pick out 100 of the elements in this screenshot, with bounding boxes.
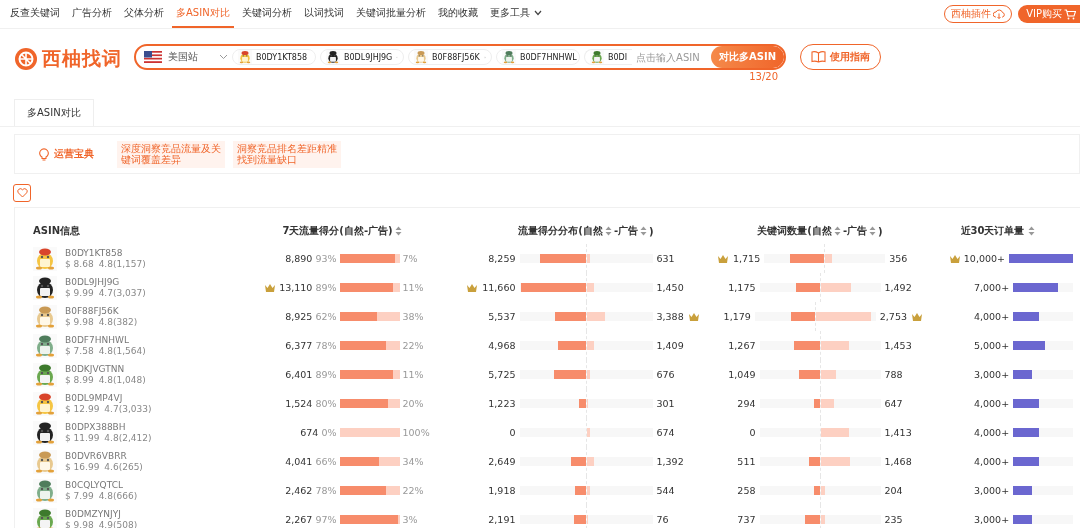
price-text: $ 11.99 [65, 432, 100, 443]
us-flag-icon [144, 51, 162, 63]
nav-tab[interactable]: 父体分析 [120, 0, 168, 28]
orders-value: 7,000+ [973, 282, 1010, 293]
rating-text: 4.8(382) [98, 316, 138, 327]
sort-icon[interactable] [640, 226, 648, 236]
score-value: 13,110 [279, 282, 313, 293]
ad-percent: 7% [402, 253, 419, 264]
asin-text: B0DVR6VBRR [65, 451, 128, 462]
rating-text: 4.8(666) [98, 490, 138, 501]
price-text: $ 8.68 [65, 258, 94, 269]
nav-tab[interactable]: 反查关键词 [6, 0, 64, 28]
ad-percent: 11% [402, 282, 425, 293]
chevron-icon [533, 10, 542, 16]
nav-tab[interactable]: 以词找词 [299, 0, 348, 28]
ad-value: 788 [884, 369, 903, 380]
nav-tab[interactable]: 关键词分析 [237, 0, 296, 28]
organic-value: 1,223 [488, 398, 516, 409]
column-header: -广告 [613, 224, 639, 238]
price-text: $ 9.98 [65, 316, 94, 327]
organic-value: 737 [737, 514, 756, 525]
ad-value: 1,468 [884, 456, 912, 467]
sort-icon[interactable] [869, 226, 877, 236]
organic-value: 2,191 [488, 514, 516, 525]
orders-value: 3,000+ [973, 514, 1010, 525]
nav-tab[interactable]: 广告分析 [68, 0, 116, 28]
column-header: 关键词数量(自然 [757, 224, 832, 238]
orders-value: 4,000+ [973, 456, 1010, 467]
ad-value: 301 [656, 398, 675, 409]
asin-text: B0DY1KT858 [65, 248, 124, 259]
orders-value: 4,000+ [973, 427, 1010, 438]
organic-value: 511 [737, 456, 756, 467]
sort-icon[interactable] [604, 226, 612, 236]
nav-tab[interactable]: 关键词批量分析 [351, 0, 430, 28]
organic-value: 5,725 [488, 369, 516, 380]
sort-icon[interactable] [833, 226, 841, 236]
asin-text: B0CQLYQTCL [65, 480, 124, 491]
organic-value: 258 [737, 485, 756, 496]
rating-text: 4.8(2,412) [104, 432, 152, 443]
marketplace-select[interactable]: 美国站 [144, 50, 228, 64]
ad-value: 1,492 [884, 282, 912, 293]
score-value: 6,401 [285, 369, 313, 380]
ad-value: 631 [656, 253, 675, 264]
score-value: 1,524 [285, 398, 313, 409]
ad-value: 3,388 [656, 311, 684, 322]
chip-label: B0F88FJ56K [432, 52, 480, 62]
column-header: ) [878, 225, 883, 237]
chip-label: B0DL9JHJ9G [344, 52, 393, 62]
ad-percent: 3% [402, 514, 419, 525]
ad-value: 1,409 [656, 340, 684, 351]
price-text: $ 9.99 [65, 287, 94, 298]
column-header: ) [649, 225, 654, 237]
score-value: 6,377 [285, 340, 313, 351]
score-value: 2,462 [285, 485, 313, 496]
ad-value: 647 [884, 398, 903, 409]
asin-text: B0DF7HNHWL [65, 335, 130, 346]
orders-value: 3,000+ [973, 369, 1010, 380]
sort-icon[interactable] [394, 226, 402, 236]
grapefruit-icon [14, 47, 38, 71]
heart-icon [16, 188, 28, 198]
orders-value: 3,000+ [973, 485, 1010, 496]
score-value: 4,041 [285, 456, 313, 467]
organic-value: 0 [749, 427, 756, 438]
organic-percent: 93% [315, 253, 337, 264]
page-tab[interactable]: 多ASIN对比 [14, 99, 94, 126]
rating-text: 4.6(265) [104, 461, 143, 472]
nav-tab[interactable]: 我的收藏 [433, 0, 482, 28]
asin-text: B0DMZYNJYJ [65, 509, 122, 520]
organic-percent: 62% [315, 311, 337, 322]
ad-percent: 22% [402, 485, 425, 496]
organic-percent: 80% [315, 398, 337, 409]
ad-percent: 11% [402, 369, 425, 380]
ad-value: 356 [889, 253, 908, 264]
asin-text: B0DL9JHJ9G [65, 277, 121, 288]
cart-icon [1064, 8, 1076, 20]
organic-value: 8,259 [488, 253, 516, 264]
tips-title: 运营宝典 [54, 147, 94, 161]
organic-value: 294 [737, 398, 756, 409]
logo-text: 西柚找词 [42, 46, 122, 71]
organic-value: 5,537 [488, 311, 516, 322]
ad-percent: 22% [402, 340, 425, 351]
chip-label: B0DI [608, 52, 628, 62]
price-text: $ 7.58 [65, 345, 94, 356]
sort-icon[interactable] [1028, 226, 1036, 236]
organic-percent: 78% [315, 340, 337, 351]
asin-text: B0F88FJ56K [65, 306, 120, 317]
favorite-button[interactable] [13, 184, 31, 202]
ad-value: 1,392 [656, 456, 684, 467]
asin-text: B0DL9MP4VJ [65, 393, 124, 404]
price-text: $ 12.99 [65, 403, 100, 414]
column-header: 流量得分分布(自然 [518, 224, 603, 238]
rating-text: 4.8(1,048) [98, 374, 146, 385]
ad-value: 76 [656, 514, 669, 525]
nav-dropdown[interactable]: 更多工具 [485, 0, 546, 28]
ad-value: 1,413 [884, 427, 912, 438]
score-value: 8,890 [285, 253, 313, 264]
organic-value: 4,968 [488, 340, 516, 351]
price-text: $ 8.99 [65, 374, 94, 385]
column-header: 7天流量得分(自然-广告) [282, 224, 393, 238]
organic-value: 1,715 [733, 253, 761, 264]
